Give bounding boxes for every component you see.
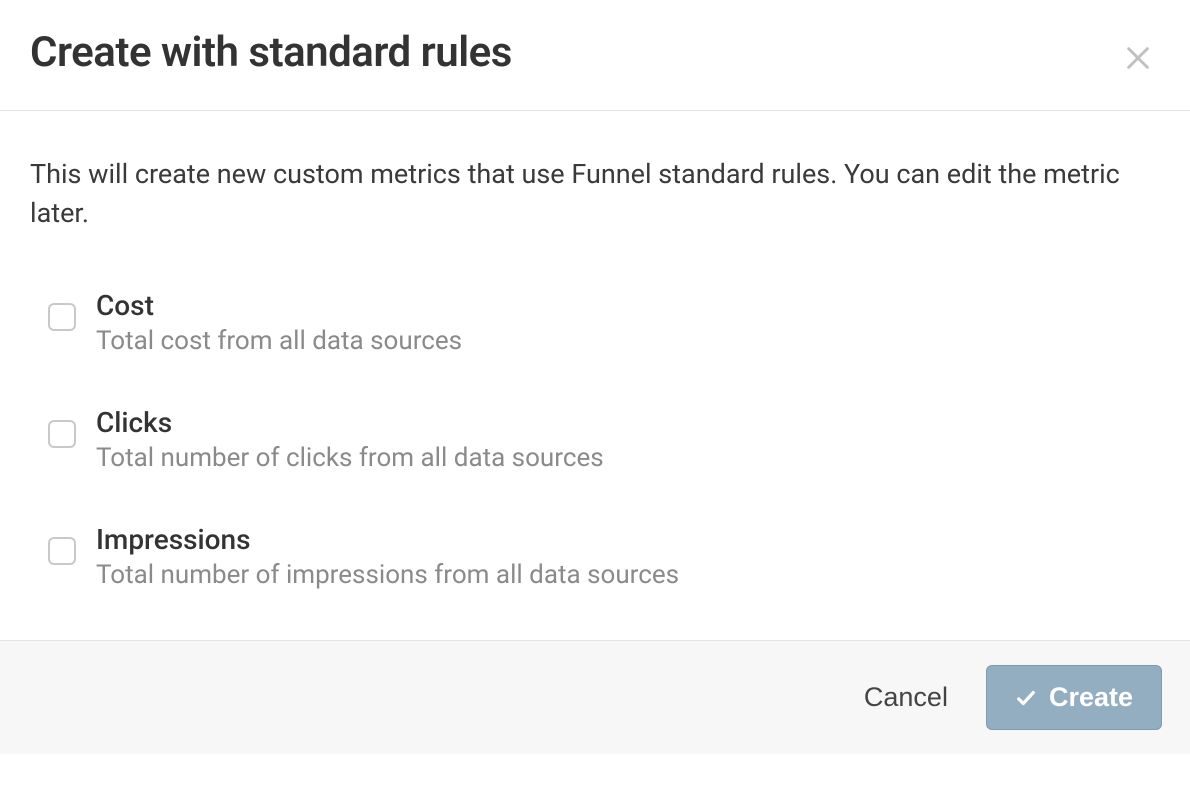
modal-description: This will create new custom metrics that… <box>30 155 1160 233</box>
modal-dialog: Create with standard rules This will cre… <box>0 0 1190 754</box>
checkbox-clicks[interactable] <box>48 420 76 448</box>
create-button[interactable]: Create <box>986 665 1162 730</box>
modal-header: Create with standard rules <box>0 0 1190 111</box>
modal-body: This will create new custom metrics that… <box>0 111 1190 640</box>
option-description: Total cost from all data sources <box>96 326 462 356</box>
modal-footer: Cancel Create <box>0 640 1190 754</box>
option-label: Cost <box>96 289 462 322</box>
create-button-label: Create <box>1049 682 1133 713</box>
check-icon <box>1015 687 1037 709</box>
option-label: Impressions <box>96 523 679 556</box>
option-clicks: Clicks Total number of clicks from all d… <box>48 406 1160 473</box>
close-button[interactable] <box>1116 36 1160 80</box>
modal-title: Create with standard rules <box>30 28 512 77</box>
option-text: Impressions Total number of impressions … <box>96 523 679 590</box>
close-icon <box>1124 44 1152 72</box>
option-text: Clicks Total number of clicks from all d… <box>96 406 604 473</box>
option-impressions: Impressions Total number of impressions … <box>48 523 1160 590</box>
option-list: Cost Total cost from all data sources Cl… <box>30 289 1160 590</box>
option-label: Clicks <box>96 406 604 439</box>
cancel-button[interactable]: Cancel <box>858 672 954 723</box>
option-cost: Cost Total cost from all data sources <box>48 289 1160 356</box>
option-text: Cost Total cost from all data sources <box>96 289 462 356</box>
checkbox-cost[interactable] <box>48 303 76 331</box>
option-description: Total number of clicks from all data sou… <box>96 443 604 473</box>
checkbox-impressions[interactable] <box>48 537 76 565</box>
option-description: Total number of impressions from all dat… <box>96 560 679 590</box>
